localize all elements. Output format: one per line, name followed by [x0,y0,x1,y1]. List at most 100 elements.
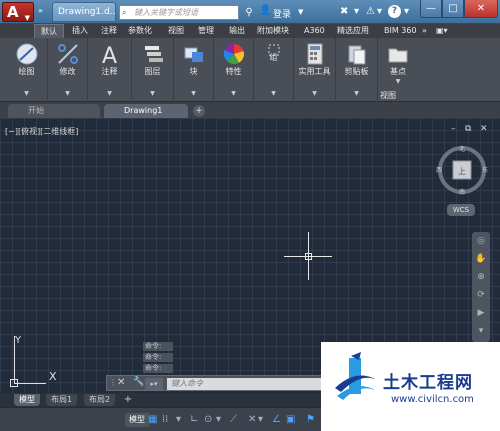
chevron-down-icon[interactable]: ▾ [377,6,382,17]
tab-insert[interactable]: 插入 [72,24,88,38]
viewcube-south[interactable]: 南 [459,188,465,196]
isodraft-icon[interactable]: ⟋ [230,413,237,427]
properties-label: 特性 [225,67,242,76]
tab-annotate[interactable]: 注释 [101,24,117,38]
block-button[interactable]: 块 ▼ [174,38,214,102]
chevron-down-icon: ▼ [65,90,70,97]
login-button[interactable]: 登录 [273,7,291,20]
ortho-icon[interactable]: ∟ [190,413,198,427]
tab-featured-apps[interactable]: 精选应用 [337,24,369,38]
tab-view[interactable]: 视图 [168,24,184,38]
basepoint-label: 基点 [390,67,406,76]
watermark-title: 土木工程网 [383,373,473,393]
group-button[interactable]: 组 ▼ [254,38,294,102]
annotation-button[interactable]: A 注释 ▼ [88,38,132,102]
close-icon[interactable]: ✕ [117,377,125,388]
draw-icon [16,43,37,65]
steering-wheel-icon[interactable]: ◎ [472,232,490,250]
a360-icon[interactable]: ⚠ [366,6,375,17]
chevron-down-icon[interactable]: ▾ [176,413,181,427]
tab-layout2[interactable]: 布局2 [84,394,116,406]
chevron-down-icon[interactable]: ▾ [404,6,409,17]
ucs-y-label: Y [15,335,22,346]
annotation-scale-icon[interactable]: ⚑ [306,413,315,427]
close-viewport-icon[interactable]: ✕ [480,124,488,134]
orbit-icon[interactable]: ⟳ [472,286,490,304]
osnap-icon[interactable]: ✕ [248,413,256,427]
tab-start[interactable]: 开始 [8,104,100,118]
clipboard-label: 剪贴板 [344,67,369,76]
help-button[interactable]: ? [388,5,401,18]
chevron-down-icon: ▼ [231,90,236,97]
tab-model[interactable]: 模型 [14,394,40,406]
snap-icon[interactable]: ⁞⁞ [162,413,168,427]
viewcube-north[interactable]: 北 [459,145,465,153]
utilities-button[interactable]: 实用工具 ▼ [294,38,336,102]
wcs-menu-button[interactable]: WCS [447,204,475,216]
viewcube-west[interactable]: 西 [436,167,442,174]
zoom-icon[interactable]: ⊕ [472,268,490,286]
tab-manage[interactable]: 管理 [198,24,214,38]
tab-a360[interactable]: A360 [304,24,325,38]
command-line: ⋮ ✕ 🔧 ▸▾ 键入命令 [106,375,322,391]
command-input[interactable]: 键入命令 [167,378,321,390]
application-menu-button[interactable]: A ▼ [2,2,34,22]
tab-bim360[interactable]: BIM 360 [384,24,417,38]
exchange-icon[interactable]: ✖ [340,6,348,17]
new-tab-button[interactable]: + [193,105,205,117]
wrench-icon[interactable]: 🔧 [133,377,144,387]
crosshair-pickbox [305,253,312,260]
maximize-button[interactable]: □ [442,0,464,18]
model-space-button[interactable]: 模型 [125,413,149,427]
modify-button[interactable]: 修改 ▼ [48,38,88,102]
clipboard-button[interactable]: 剪贴板 ▼ [336,38,378,102]
chevron-down-icon[interactable]: ▾ [354,6,359,17]
chevron-down-icon: ▼ [354,90,359,97]
tabs-more-icon[interactable]: » [422,24,427,38]
tab-parametric[interactable]: 参数化 [128,24,152,38]
watermark: 土木工程网 www.civilcn.com [321,342,500,431]
grip-icon[interactable]: ⋮ [109,378,117,387]
binoculars-icon[interactable]: ⚲ [242,5,256,20]
ucs-x-label: X [49,370,57,383]
quick-access-expand-icon[interactable]: » [38,6,43,15]
tab-output[interactable]: 输出 [229,24,245,38]
add-layout-button[interactable]: + [122,394,134,406]
viewport-controls-label[interactable]: [−][俯视][二维线框] [5,126,78,137]
minimize-viewport-icon[interactable]: – [451,124,456,134]
draw-button[interactable]: 绘图 ▼ [6,38,48,102]
minimize-button[interactable]: — [420,0,442,18]
chevron-down-icon[interactable]: ▼ [298,8,303,16]
tab-layout1[interactable]: 布局1 [46,394,78,406]
document-title[interactable]: Drawing1.d... [52,2,116,22]
restore-viewport-icon[interactable]: ⧉ [465,124,471,134]
viewcube-east[interactable]: 东 [482,166,488,174]
layers-button[interactable]: 图层 ▼ [132,38,174,102]
viewcube-widget[interactable]: 上 北 南 东 西 [436,144,488,196]
text-icon: A [102,44,117,66]
lineweight-icon[interactable]: ▣ [286,413,295,427]
minimize-ribbon-icon[interactable]: ▣▾ [436,24,448,38]
view-panel-label[interactable]: 视图 [380,90,396,101]
block-icon [184,47,203,62]
tab-home[interactable]: 默认 [34,24,64,38]
pan-icon[interactable]: ✋ [472,250,490,268]
search-input[interactable]: ⌕ 键入关键字或短语 [119,5,239,20]
grid-icon[interactable]: ▦ [148,413,157,427]
close-button[interactable]: ✕ [464,0,498,18]
customize-icon[interactable]: ▾ [472,322,490,340]
showmotion-icon[interactable]: ▶ [472,304,490,322]
chevron-down-icon[interactable]: ▾ [258,413,263,427]
chevron-down-icon: ▼ [24,90,29,97]
properties-button[interactable]: 特性 ▼ [214,38,254,102]
watermark-url: www.civilcn.com [391,394,474,405]
object-tracking-icon[interactable]: ∠ [272,413,281,427]
recent-commands-button[interactable]: ▸▾ [145,378,163,390]
layers-label: 图层 [144,67,161,76]
polar-icon[interactable]: ⊙ [204,413,212,427]
chevron-down-icon[interactable]: ▾ [216,413,221,427]
tab-addins[interactable]: 附加模块 [257,24,289,38]
tab-drawing1[interactable]: Drawing1 [104,104,188,118]
viewcube-top-face[interactable]: 上 [458,167,466,176]
folder-icon [388,48,408,63]
